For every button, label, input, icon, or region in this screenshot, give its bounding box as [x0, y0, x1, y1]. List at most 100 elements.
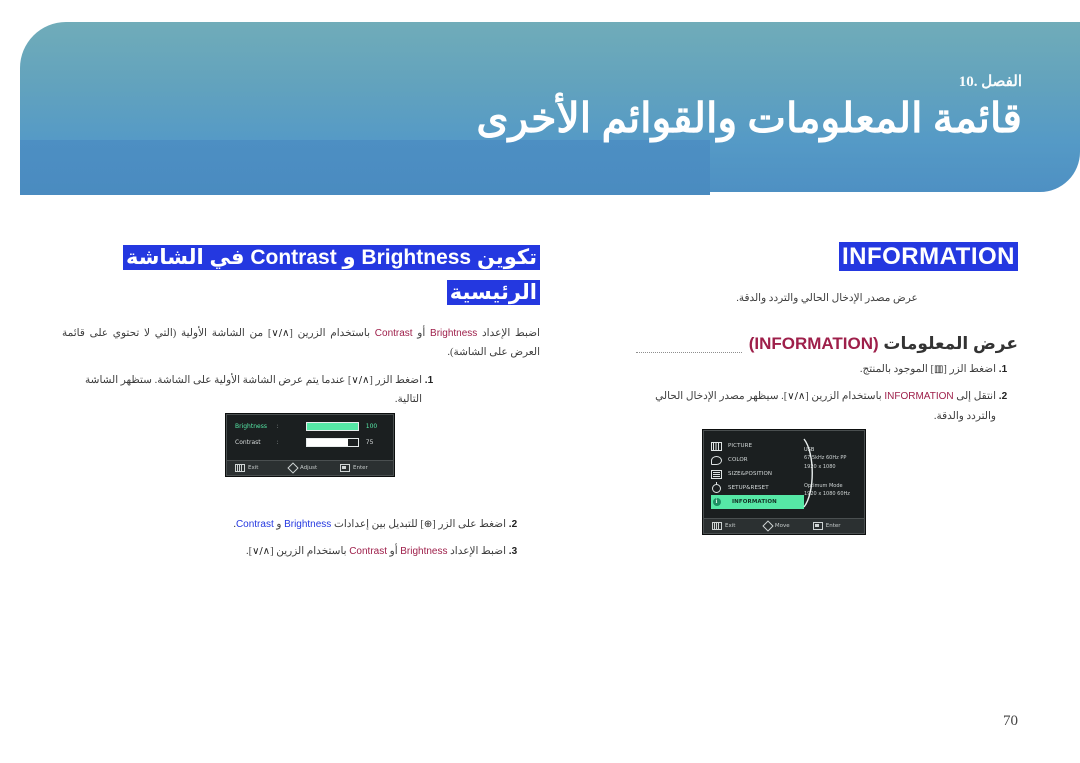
- menu-item-label: SIZE&POSITION: [728, 471, 773, 477]
- osd-bar-label: Exit: [248, 465, 259, 471]
- banner-lower-strip: [20, 140, 710, 195]
- enter-icon: [812, 522, 823, 530]
- osd-bar-enter[interactable]: Enter: [340, 464, 385, 472]
- osd-label-contrast: Contrast: [235, 439, 261, 446]
- page-header-banner: الفصل .10 قائمة المعلومات والقوائم الأخر…: [0, 0, 1080, 200]
- osd-menu-inner: PICTURE COLOR SIZE&POSITION SETUP&RESET …: [704, 431, 864, 518]
- osd-bar-move[interactable]: Move: [762, 520, 813, 532]
- osd-slider-brightness[interactable]: [305, 422, 359, 431]
- chapter-label: الفصل .10: [958, 74, 1022, 90]
- sub-heading-arabic: عرض المعلومات: [878, 334, 1018, 354]
- list-item: اضبط الإعداد Brightness أو Contrast باست…: [62, 542, 506, 562]
- button-glyph-updown: ∧/∨: [787, 391, 806, 403]
- list-item: اضغط الزر [∧/∨] عندما يتم عرض الشاشة الأ…: [62, 371, 422, 411]
- menu-item-color[interactable]: COLOR: [704, 453, 804, 467]
- intro-or: أو: [412, 327, 431, 339]
- column-information: INFORMATION عرض مصدر الإدخال الحالي والت…: [636, 240, 1018, 434]
- information-sub-heading: عرض المعلومات (INFORMATION): [636, 334, 1018, 354]
- brightness-contrast-step-1: اضغط الزر [∧/∨] عندما يتم عرض الشاشة الأ…: [62, 371, 540, 411]
- osd-bar-label: Move: [774, 523, 790, 529]
- step-text: اضغط الزر [: [369, 374, 422, 386]
- osd-bar-adjust[interactable]: Adjust: [287, 462, 340, 474]
- osd-bar-enter[interactable]: Enter: [812, 522, 856, 530]
- osd-value-contrast: 75: [365, 439, 374, 446]
- menu-item-size-position[interactable]: SIZE&POSITION: [704, 467, 804, 481]
- osd-slider-contrast[interactable]: [305, 438, 359, 447]
- setting-name-contrast: Contrast: [235, 519, 274, 531]
- menu-item-information[interactable]: i INFORMATION: [711, 495, 804, 509]
- step-text-end: ] الموجود بالمنتج.: [859, 364, 934, 376]
- color-icon: [711, 455, 722, 465]
- menu-item-label: SETUP&RESET: [728, 485, 769, 491]
- menu-item-setup-reset[interactable]: SETUP&RESET: [704, 481, 804, 495]
- setting-name-brightness: Brightness: [400, 546, 448, 558]
- osd-menu-list: PICTURE COLOR SIZE&POSITION SETUP&RESET …: [704, 436, 804, 518]
- button-glyph-updown: ∧/∨: [351, 374, 370, 386]
- osd-label-brightness: Brightness: [235, 423, 267, 430]
- osd-bottom-bar: Exit Adjust Enter: [227, 460, 393, 475]
- information-badge: INFORMATION: [838, 242, 1018, 271]
- page-title: قائمة المعلومات والقوائم الأخرى: [476, 95, 1022, 141]
- conj: و: [273, 519, 285, 531]
- heading-line-1: تكوين Brightness و Contrast في الشاشة: [122, 245, 540, 270]
- heading-line-2: الرئيسية: [446, 279, 540, 305]
- osd-divider-curve: [803, 438, 813, 508]
- information-steps-list: اضغط الزر [▥] الموجود بالمنتج. انتقل إلى…: [636, 360, 1018, 427]
- osd-bar-exit[interactable]: Exit: [712, 522, 764, 530]
- intro-mid: باستخدام الزرين [: [289, 327, 375, 339]
- menu-name-information: INFORMATION: [884, 391, 954, 403]
- diamond-icon: [287, 462, 299, 474]
- osd-row-brightness[interactable]: Brightness : 100: [235, 422, 385, 431]
- enter-icon: [340, 464, 350, 472]
- column-brightness-contrast: تكوين Brightness و Contrast في الشاشة ال…: [62, 240, 540, 569]
- menu-item-label: COLOR: [728, 457, 748, 463]
- diamond-icon: [762, 520, 774, 532]
- menu-icon: [235, 464, 245, 472]
- osd-slider-knob[interactable]: [347, 439, 358, 446]
- step-text-mid: باستخدام الزرين [: [805, 391, 885, 403]
- button-glyph-menu: ▥: [933, 364, 944, 376]
- page-number: 70: [1003, 713, 1018, 729]
- step-text: اضغط الزر [: [943, 364, 996, 376]
- information-section-heading: INFORMATION: [636, 240, 1018, 275]
- osd-colon: :: [276, 423, 279, 430]
- intro-prefix: اضبط الإعداد: [477, 327, 540, 339]
- menu-icon: [712, 522, 722, 530]
- menu-item-label: INFORMATION: [732, 499, 777, 505]
- osd-bar-label: Enter: [353, 465, 368, 471]
- information-icon: i: [711, 498, 722, 507]
- sub-heading-english: (INFORMATION): [748, 334, 879, 354]
- osd-bar-label: Adjust: [300, 465, 318, 471]
- step-text: اضبط الإعداد: [447, 546, 506, 558]
- button-glyph-updown: ∧/∨: [271, 327, 290, 339]
- osd-bar-label: Enter: [825, 523, 841, 529]
- osd-bar-exit[interactable]: Exit: [235, 464, 289, 472]
- osd-slider-fill: [306, 439, 345, 446]
- osd-bottom-bar: Exit Move Enter: [704, 518, 864, 533]
- conj: أو: [387, 546, 401, 558]
- list-item: اضغط على الزر [⊕] للتبديل بين إعدادات Br…: [62, 515, 506, 535]
- list-item: انتقل إلى INFORMATION باستخدام الزرين [∧…: [636, 387, 996, 427]
- list-item: اضغط الزر [▥] الموجود بالمنتج.: [636, 360, 996, 380]
- banner-text-group: الفصل .10 قائمة المعلومات والقوائم الأخر…: [476, 72, 1022, 142]
- setting-name-brightness: Brightness: [284, 519, 332, 531]
- setting-name-contrast: Contrast: [374, 327, 413, 339]
- osd-value-brightness: 100: [365, 423, 378, 430]
- menu-item-label: PICTURE: [728, 443, 753, 449]
- step-text-mid: باستخدام الزرين [: [270, 546, 350, 558]
- menu-item-picture[interactable]: PICTURE: [704, 439, 804, 453]
- osd-colon: :: [276, 439, 279, 446]
- osd-row-contrast[interactable]: Contrast : 75: [235, 438, 385, 447]
- osd-main-menu: PICTURE COLOR SIZE&POSITION SETUP&RESET …: [703, 430, 865, 534]
- osd-slider-fill: [306, 423, 358, 430]
- brightness-contrast-heading: تكوين Brightness و Contrast في الشاشة ال…: [62, 240, 540, 310]
- size-position-icon: [711, 469, 722, 479]
- information-description: عرض مصدر الإدخال الحالي والتردد والدقة.: [736, 292, 918, 304]
- setting-name-brightness: Brightness: [430, 327, 478, 339]
- step-text: انتقل إلى: [953, 391, 996, 403]
- setting-name-contrast: Contrast: [349, 546, 387, 558]
- picture-icon: [711, 441, 722, 451]
- step-text: اضغط على الزر [: [432, 519, 506, 531]
- brightness-contrast-steps-23: اضغط على الزر [⊕] للتبديل بين إعدادات Br…: [62, 515, 540, 562]
- brightness-contrast-intro: اضبط الإعداد Brightness أو Contrast باست…: [62, 324, 540, 363]
